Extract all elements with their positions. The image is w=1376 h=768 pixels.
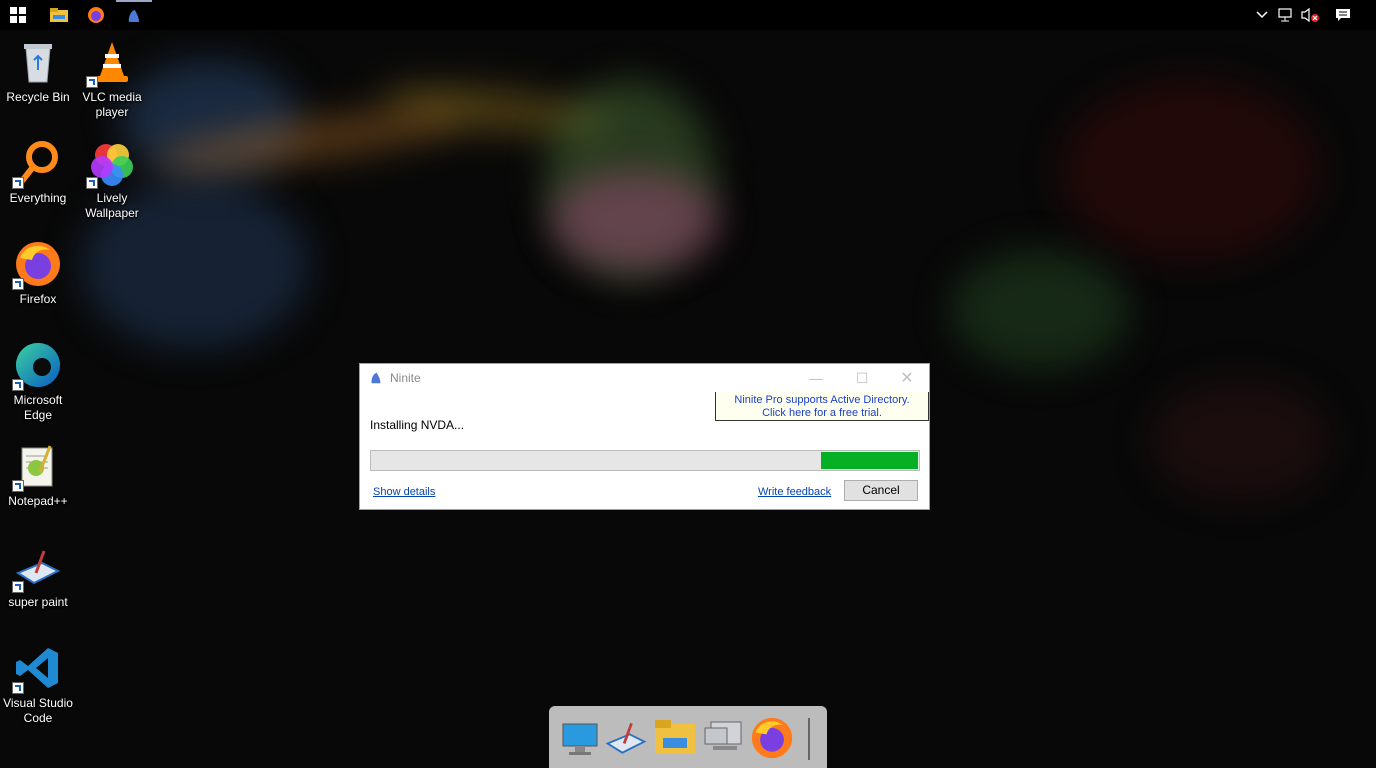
install-progress-bar — [370, 450, 920, 471]
network-icon[interactable] — [1274, 0, 1298, 30]
shortcut-arrow-icon — [12, 682, 24, 694]
show-details-link[interactable]: Show details — [373, 486, 435, 498]
desktop-icon-label: Notepad++ — [8, 494, 68, 508]
desktop-icon-vscode[interactable]: Visual Studio Code — [0, 644, 76, 726]
close-button[interactable]: ✕ — [884, 364, 930, 392]
shortcut-arrow-icon — [12, 581, 24, 593]
volume-muted-icon[interactable] — [1298, 0, 1322, 30]
shortcut-arrow-icon — [12, 379, 24, 391]
ninite-dialog: Ninite — ☐ ✕ Ninite Pro supports Active … — [359, 363, 930, 510]
write-feedback-link[interactable]: Write feedback — [758, 486, 831, 498]
file-explorer-icon[interactable] — [41, 0, 77, 30]
maximize-button[interactable]: ☐ — [839, 364, 885, 392]
progress-fill — [821, 452, 918, 469]
this-pc-icon[interactable] — [559, 716, 603, 760]
install-status: Installing NVDA... — [370, 418, 465, 432]
desktop-icon-label: Microsoft Edge — [13, 393, 63, 422]
file-explorer-icon[interactable] — [653, 716, 697, 760]
ninite-pro-promo[interactable]: Ninite Pro supports Active Directory. Cl… — [715, 392, 929, 421]
vlc-icon — [86, 38, 136, 88]
ninite-icon — [369, 371, 383, 385]
dock-separator — [808, 718, 810, 760]
super-paint-icon — [12, 543, 62, 593]
notifications-icon[interactable] — [1331, 0, 1355, 30]
chevron-up-icon[interactable] — [1250, 0, 1274, 30]
desktop-icon-everything[interactable]: Everything — [0, 139, 76, 206]
dialog-title: Ninite — [390, 371, 421, 385]
vscode-icon — [12, 644, 62, 694]
desktop-icon-lively-wallpaper[interactable]: Lively Wallpaper — [74, 139, 150, 221]
notepadpp-icon — [12, 442, 62, 492]
desktop-icon-label: super paint — [8, 595, 68, 609]
promo-line-2: Click here for a free trial. — [762, 407, 882, 419]
desktop-icon-microsoft-edge[interactable]: Microsoft Edge — [0, 341, 76, 423]
edge-icon — [12, 341, 62, 391]
cancel-button[interactable]: Cancel — [844, 480, 918, 501]
shortcut-arrow-icon — [86, 177, 98, 189]
desktop-icon-notepadpp[interactable]: Notepad++ — [0, 442, 76, 509]
firefox-icon — [12, 240, 62, 290]
dock — [549, 706, 827, 768]
recycle-bin-icon — [14, 38, 62, 86]
ninite-icon[interactable] — [116, 0, 152, 30]
promo-line-1: Ninite Pro supports Active Directory. — [734, 394, 910, 406]
network-computer-icon[interactable] — [701, 716, 745, 760]
taskbar — [0, 0, 1376, 30]
desktop-icon-super-paint[interactable]: super paint — [0, 543, 76, 610]
dialog-titlebar[interactable]: Ninite — ☐ ✕ — [360, 364, 929, 392]
everything-search-icon — [12, 139, 62, 189]
shortcut-arrow-icon — [12, 278, 24, 290]
desktop-icon-label: Firefox — [19, 292, 57, 306]
shortcut-arrow-icon — [12, 177, 24, 189]
desktop-icon-label: Everything — [9, 191, 67, 205]
firefox-icon[interactable] — [78, 0, 114, 30]
desktop-icon-label: Visual Studio Code — [3, 696, 73, 725]
desktop-icon-recycle-bin[interactable]: Recycle Bin — [0, 38, 76, 105]
desktop-icon-vlc[interactable]: VLC media player — [74, 38, 150, 120]
windows-start-icon[interactable] — [0, 0, 36, 30]
shortcut-arrow-icon — [12, 480, 24, 492]
firefox-icon[interactable] — [750, 716, 794, 760]
lively-wallpaper-icon — [86, 139, 136, 189]
desktop-icon-firefox[interactable]: Firefox — [0, 240, 76, 307]
super-paint-icon[interactable] — [604, 716, 648, 760]
shortcut-arrow-icon — [86, 76, 98, 88]
desktop-icon-label: VLC media player — [82, 90, 142, 119]
desktop-icon-label: Recycle Bin — [6, 90, 70, 104]
minimize-button[interactable]: — — [793, 364, 839, 392]
desktop-icon-label: Lively Wallpaper — [85, 191, 139, 220]
